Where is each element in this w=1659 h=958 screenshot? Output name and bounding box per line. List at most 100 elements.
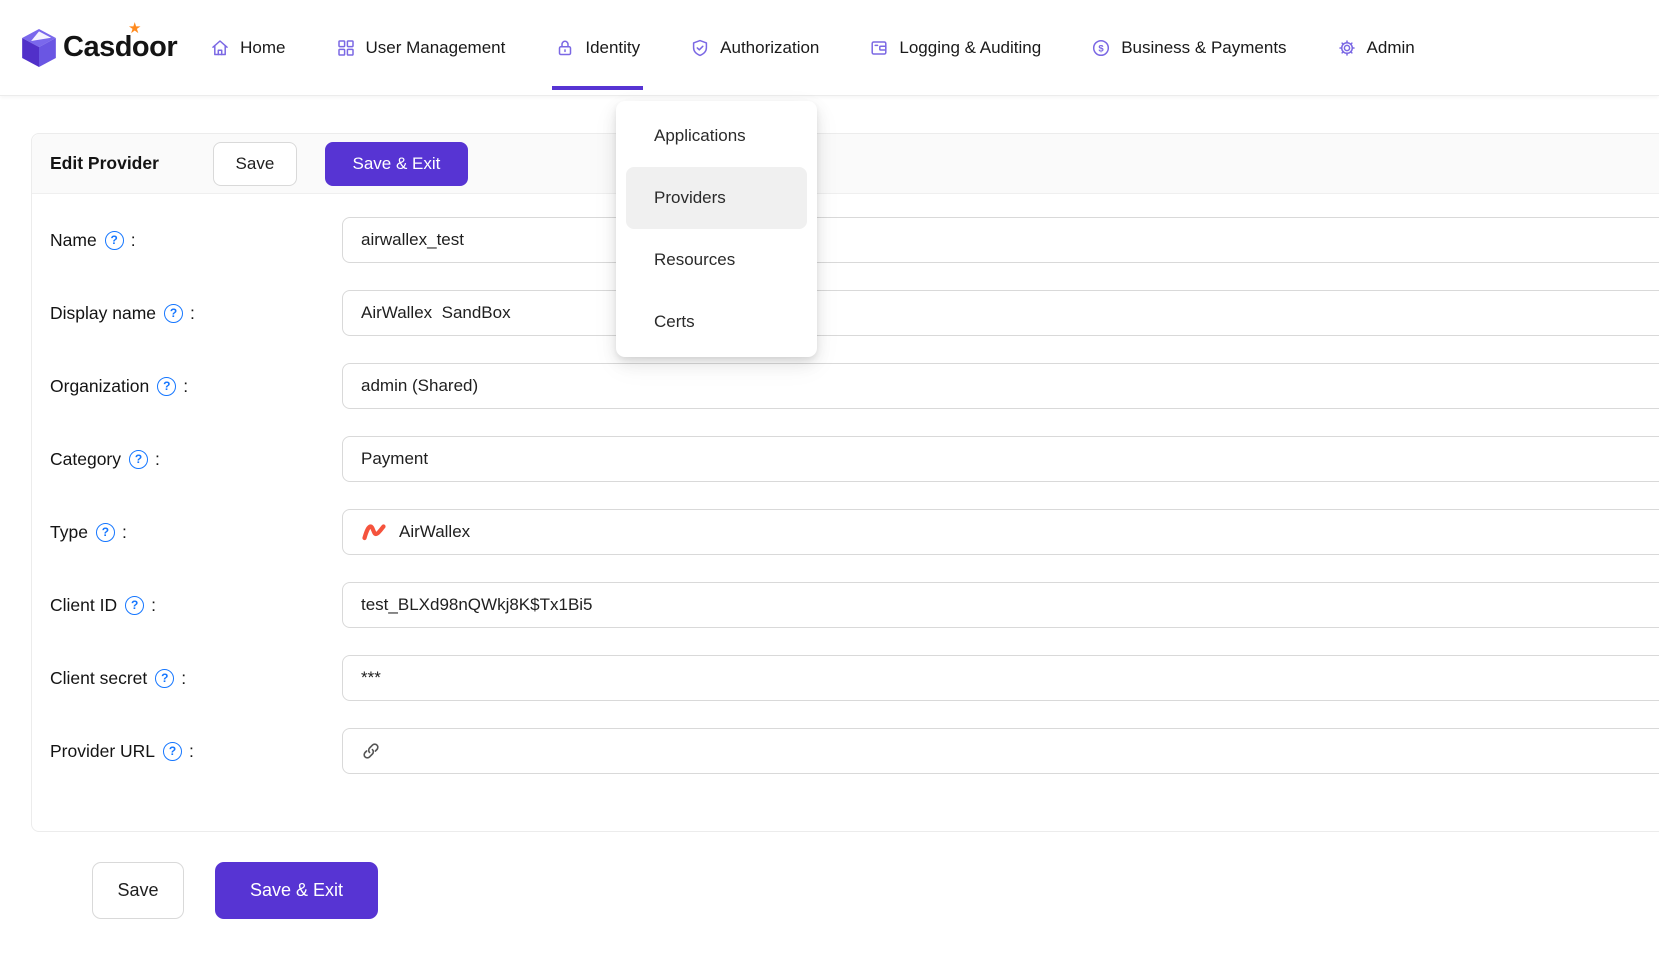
menu-item-providers[interactable]: Providers: [626, 167, 807, 229]
type-select[interactable]: AirWallex: [342, 509, 1659, 555]
nav-label: Authorization: [720, 38, 819, 58]
nav-item-admin[interactable]: Admin: [1312, 0, 1440, 96]
menu-item-label: Applications: [654, 126, 746, 146]
form-row-provider-url: Provider URL :: [50, 728, 1659, 774]
identity-dropdown-menu: Applications Providers Resources Certs: [616, 101, 817, 357]
star-icon: ★: [128, 19, 141, 37]
field-label: Organization :: [50, 376, 342, 397]
page-title: Edit Provider: [50, 153, 159, 174]
field-label: Provider URL :: [50, 741, 342, 762]
edit-provider-card: Edit Provider Save Save & Exit Name : ai…: [31, 133, 1659, 832]
nav-item-logging-auditing[interactable]: Logging & Auditing: [844, 0, 1066, 96]
label-text: Provider URL: [50, 741, 155, 762]
menu-item-label: Certs: [654, 312, 695, 332]
help-icon[interactable]: [164, 304, 183, 323]
menu-item-label: Resources: [654, 250, 735, 270]
link-icon: [361, 741, 381, 761]
lock-icon: [555, 38, 575, 58]
label-text: Client ID: [50, 595, 117, 616]
label-colon: :: [122, 522, 127, 543]
menu-item-certs[interactable]: Certs: [616, 291, 817, 353]
form-row-client-id: Client ID : test_BLXd98nQWkj8K$Tx1Bi5: [50, 582, 1659, 628]
label-text: Category: [50, 449, 121, 470]
top-navbar: Casdoor ★ Home User Managem: [0, 0, 1659, 96]
menu-item-applications[interactable]: Applications: [616, 105, 817, 167]
brand-name: Casdoor: [63, 31, 177, 64]
footer-save-button[interactable]: Save: [92, 862, 184, 919]
field-value: AirWallex: [399, 522, 470, 542]
help-icon[interactable]: [155, 669, 174, 688]
field-label: Display name :: [50, 303, 342, 324]
casdoor-app: Casdoor ★ Home User Managem: [0, 0, 1659, 958]
form-row-type: Type : AirWallex: [50, 509, 1659, 555]
label-text: Client secret: [50, 668, 147, 689]
home-icon: [210, 38, 230, 58]
nav-item-business-payments[interactable]: $ Business & Payments: [1066, 0, 1311, 96]
label-text: Name: [50, 230, 97, 251]
help-icon[interactable]: [96, 523, 115, 542]
help-icon[interactable]: [129, 450, 148, 469]
category-select[interactable]: Payment: [342, 436, 1659, 482]
nav-item-user-management[interactable]: User Management: [311, 0, 531, 96]
nav-label: Business & Payments: [1121, 38, 1286, 58]
field-value: test_BLXd98nQWkj8K$Tx1Bi5: [361, 595, 593, 615]
save-button[interactable]: Save: [213, 142, 297, 186]
menu-item-label: Providers: [654, 188, 726, 208]
help-icon[interactable]: [157, 377, 176, 396]
help-icon[interactable]: [163, 742, 182, 761]
field-value: airwallex_test: [361, 230, 464, 250]
airwallex-logo-icon: [361, 521, 387, 543]
footer-save-exit-button[interactable]: Save & Exit: [215, 862, 378, 919]
shield-check-icon: [690, 38, 710, 58]
field-label: Client secret :: [50, 668, 342, 689]
save-exit-button[interactable]: Save & Exit: [325, 142, 468, 186]
name-input[interactable]: airwallex_test: [342, 217, 1659, 263]
field-label: Type :: [50, 522, 342, 543]
nav-label: User Management: [366, 38, 506, 58]
field-value: ***: [361, 668, 381, 688]
organization-select[interactable]: admin (Shared): [342, 363, 1659, 409]
client-id-input[interactable]: test_BLXd98nQWkj8K$Tx1Bi5: [342, 582, 1659, 628]
label-colon: :: [131, 230, 136, 251]
casdoor-logo[interactable]: Casdoor ★: [21, 28, 177, 68]
field-label: Name :: [50, 230, 342, 251]
nav-item-identity[interactable]: Identity: [530, 0, 665, 96]
label-colon: :: [155, 449, 160, 470]
form-row-organization: Organization : admin (Shared): [50, 363, 1659, 409]
nav-item-authorization[interactable]: Authorization: [665, 0, 844, 96]
main-nav: Home User Management: [185, 0, 1440, 96]
nav-label: Admin: [1367, 38, 1415, 58]
label-colon: :: [181, 668, 186, 689]
help-icon[interactable]: [105, 231, 124, 250]
card-header: Edit Provider Save Save & Exit: [32, 134, 1659, 194]
field-value: AirWallex SandBox: [361, 303, 511, 323]
form-row-client-secret: Client secret : ***: [50, 655, 1659, 701]
nav-item-home[interactable]: Home: [185, 0, 310, 96]
form-row-display-name: Display name : AirWallex SandBox: [50, 290, 1659, 336]
label-colon: :: [151, 595, 156, 616]
menu-item-resources[interactable]: Resources: [616, 229, 817, 291]
field-label: Client ID :: [50, 595, 342, 616]
appstore-grid-icon: [336, 38, 356, 58]
form-row-name: Name : airwallex_test: [50, 217, 1659, 263]
field-value: Payment: [361, 449, 428, 469]
dollar-circle-icon: $: [1091, 38, 1111, 58]
label-text: Organization: [50, 376, 149, 397]
audit-wallet-icon: [869, 38, 889, 58]
gear-icon: [1337, 38, 1357, 58]
nav-label: Home: [240, 38, 285, 58]
provider-url-input[interactable]: [342, 728, 1659, 774]
label-colon: :: [190, 303, 195, 324]
display-name-input[interactable]: AirWallex SandBox: [342, 290, 1659, 336]
label-text: Display name: [50, 303, 156, 324]
client-secret-input[interactable]: ***: [342, 655, 1659, 701]
help-icon[interactable]: [125, 596, 144, 615]
field-value: admin (Shared): [361, 376, 478, 396]
label-colon: :: [183, 376, 188, 397]
casdoor-cube-icon: [21, 28, 57, 68]
nav-label: Logging & Auditing: [899, 38, 1041, 58]
label-text: Type: [50, 522, 88, 543]
field-label: Category :: [50, 449, 342, 470]
form-row-category: Category : Payment: [50, 436, 1659, 482]
label-colon: :: [189, 741, 194, 762]
